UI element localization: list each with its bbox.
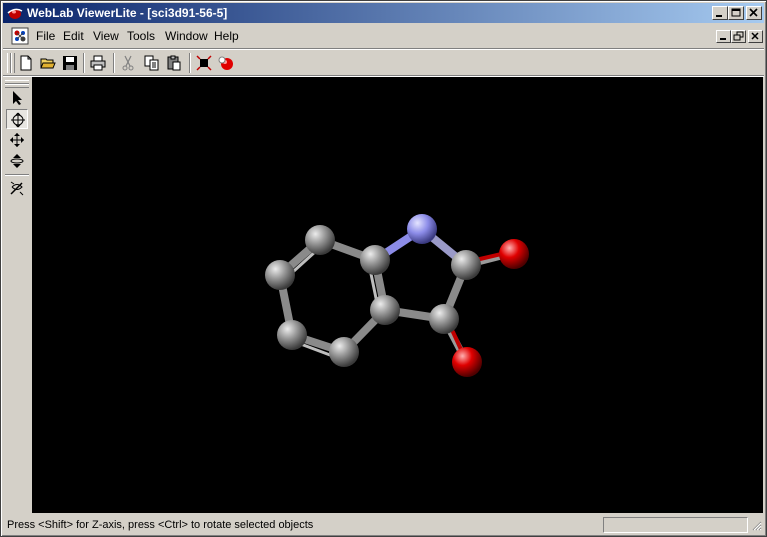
menu-view[interactable]: View — [93, 29, 119, 43]
print-icon — [90, 55, 106, 71]
carbon-atom[interactable] — [360, 245, 390, 275]
menu-window-label: Window — [165, 29, 208, 43]
copy-icon — [144, 55, 159, 71]
carbon-atom[interactable] — [277, 320, 307, 350]
toolbar-separator — [83, 53, 85, 73]
carbon-atom[interactable] — [451, 250, 481, 280]
weblab-logo-icon — [7, 8, 23, 19]
maximize-button[interactable] — [728, 6, 744, 20]
rotate-tool-button[interactable] — [6, 109, 28, 129]
rotate-tool-icon — [11, 112, 25, 128]
menu-file[interactable]: File — [36, 29, 55, 43]
nitrogen-atom[interactable] — [407, 214, 437, 244]
cut-button[interactable] — [117, 53, 139, 73]
status-panel — [603, 517, 748, 533]
paste-button[interactable] — [163, 53, 185, 73]
translate-tool-button[interactable] — [6, 130, 28, 150]
menu-edit[interactable]: Edit — [63, 29, 84, 43]
menu-file-label: File — [36, 29, 56, 43]
print-button[interactable] — [87, 53, 109, 73]
carbon-atom[interactable] — [370, 295, 400, 325]
fit-to-screen-button[interactable] — [193, 53, 215, 73]
save-button[interactable] — [59, 53, 81, 73]
new-icon — [20, 55, 32, 71]
z-rotate-tool-button[interactable] — [6, 179, 28, 199]
menu-window[interactable]: Window — [165, 29, 208, 43]
menu-tools-label: Tools — [127, 29, 156, 43]
carbon-atom[interactable] — [265, 260, 295, 290]
paste-icon — [167, 55, 181, 71]
z-rotate-tool-icon — [10, 181, 24, 196]
toolbar-separator — [113, 53, 115, 73]
oxygen-atom[interactable] — [452, 347, 482, 377]
carbon-atom[interactable] — [429, 304, 459, 334]
child-close-button[interactable] — [748, 30, 763, 43]
select-tool-icon — [13, 91, 22, 105]
close-icon — [749, 8, 758, 17]
zoom-tool-button[interactable] — [6, 151, 28, 171]
status-bar: Press <Shift> for Z-axis, press <Ctrl> t… — [3, 515, 764, 536]
toolbar-separator — [189, 53, 191, 73]
restore-icon — [733, 31, 744, 41]
minimize-icon — [716, 15, 722, 17]
menu-help-label: Help — [214, 29, 239, 43]
child-restore-button[interactable] — [731, 30, 746, 43]
close-icon — [751, 32, 759, 40]
menu-tools[interactable]: Tools — [127, 29, 155, 43]
molecule-model[interactable] — [32, 77, 763, 513]
zoom-tool-icon — [10, 154, 24, 168]
menu-edit-label: Edit — [63, 29, 84, 43]
carbon-atom[interactable] — [305, 225, 335, 255]
menu-view-label: View — [93, 29, 119, 43]
minimize-button[interactable] — [712, 6, 728, 20]
open-button[interactable] — [37, 53, 59, 73]
menu-bar: File Edit View Tools Window Help — [3, 25, 764, 47]
child-minimize-button[interactable] — [716, 30, 731, 43]
document-icon[interactable] — [11, 27, 29, 45]
minimize-icon — [720, 38, 726, 40]
atoms — [265, 214, 529, 377]
render-style-button[interactable] — [215, 53, 237, 73]
translate-tool-icon — [10, 133, 24, 147]
resize-grip-icon[interactable] — [752, 521, 762, 531]
carbon-atom[interactable] — [329, 337, 359, 367]
new-button[interactable] — [15, 53, 37, 73]
main-toolbar — [3, 50, 764, 76]
select-tool-button[interactable] — [6, 88, 28, 108]
window-title: WebLab ViewerLite - [sci3d91-56-5] — [27, 6, 228, 20]
open-icon — [40, 58, 56, 69]
maximize-icon — [731, 8, 741, 17]
tools-palette — [3, 78, 31, 512]
copy-button[interactable] — [141, 53, 163, 73]
close-button[interactable] — [746, 6, 762, 20]
molecule-viewport[interactable] — [32, 77, 763, 513]
title-bar[interactable]: WebLab ViewerLite - [sci3d91-56-5] — [3, 3, 764, 23]
fit-to-screen-icon — [196, 55, 212, 71]
cut-icon — [122, 55, 134, 71]
menu-help[interactable]: Help — [214, 29, 239, 43]
save-icon — [63, 56, 77, 70]
status-message: Press <Shift> for Z-axis, press <Ctrl> t… — [7, 519, 314, 531]
render-style-icon — [218, 56, 233, 70]
application-window: WebLab ViewerLite - [sci3d91-56-5] File … — [0, 0, 767, 537]
palette-divider — [5, 174, 29, 176]
oxygen-atom[interactable] — [499, 239, 529, 269]
